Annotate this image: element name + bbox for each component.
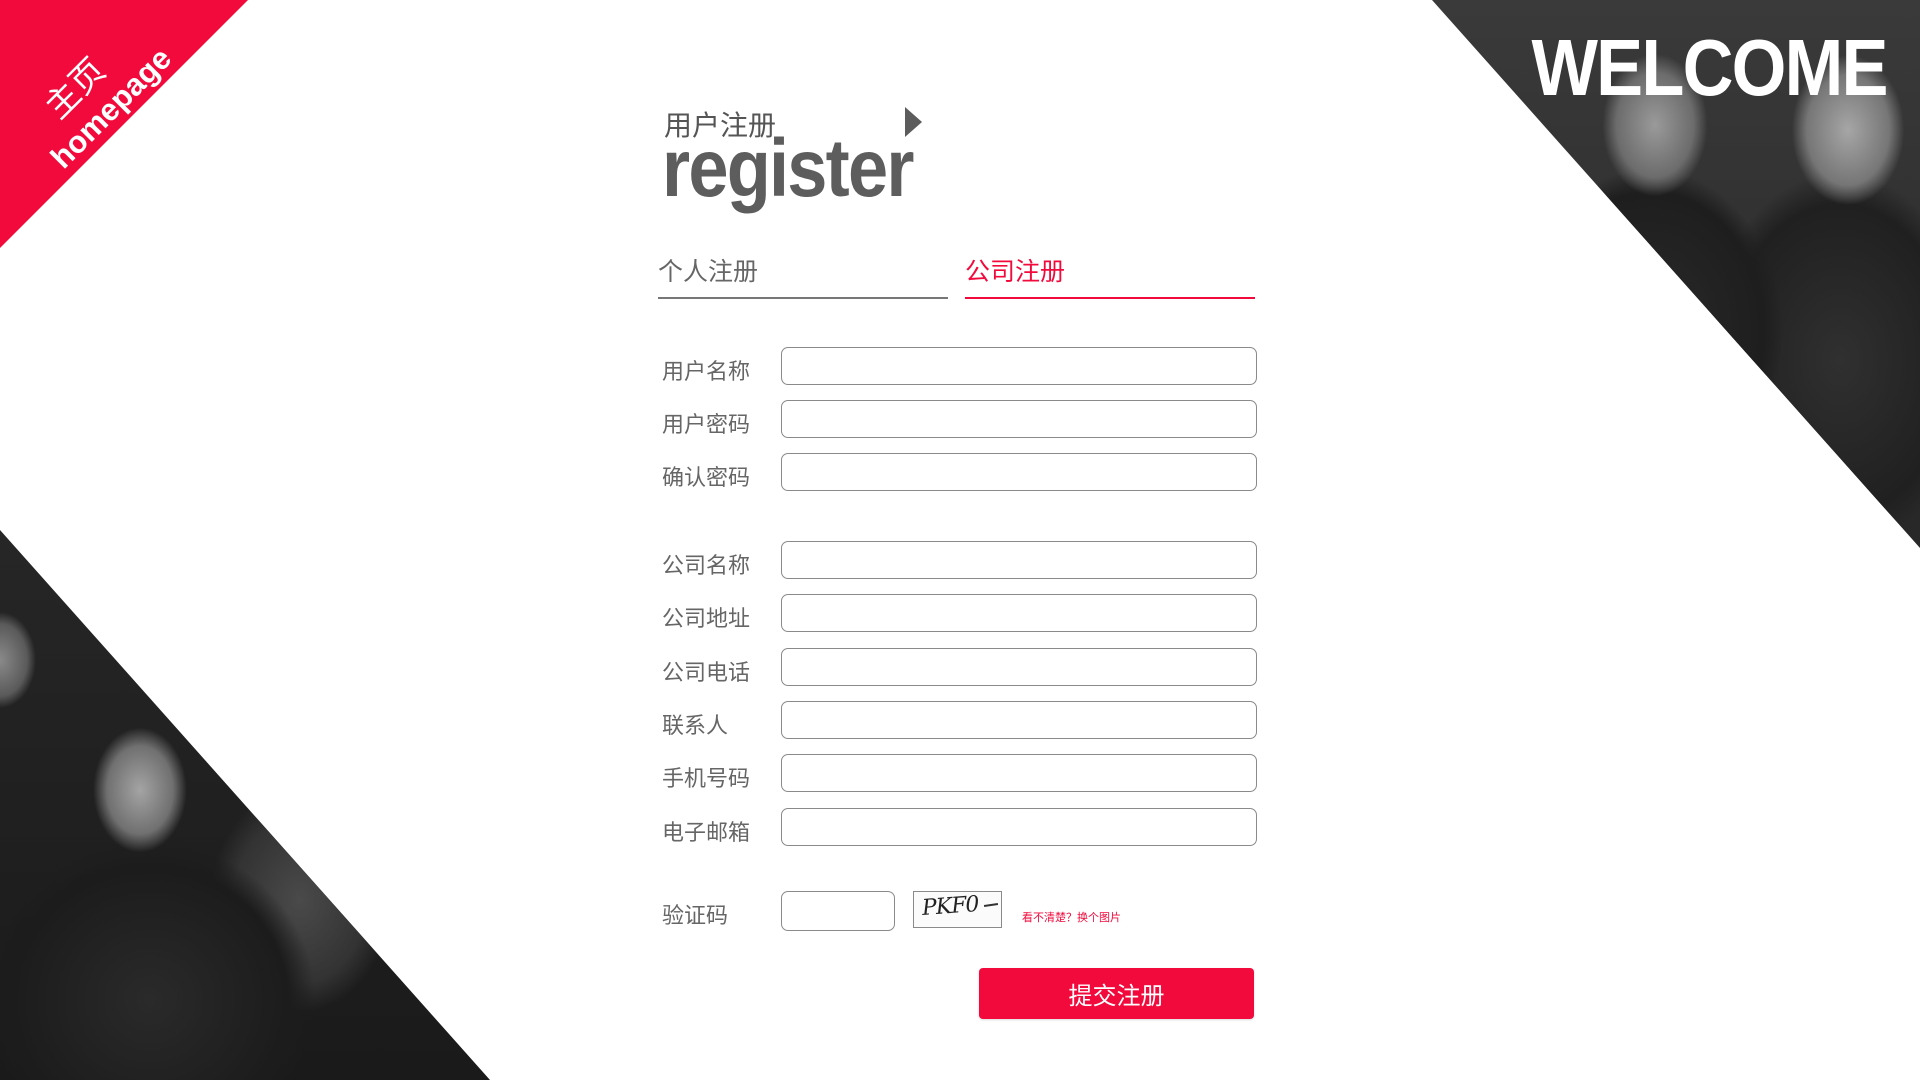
tab-personal-register[interactable]: 个人注册 — [658, 255, 948, 299]
mobile-input[interactable] — [781, 754, 1257, 792]
registration-tabs: 个人注册 公司注册 — [658, 255, 1258, 300]
form-row-email: 电子邮箱 — [662, 808, 1262, 850]
heading-title-en: register — [662, 123, 914, 214]
confirm-password-label: 确认密码 — [662, 466, 751, 491]
form-row-company-phone: 公司电话 — [662, 648, 1262, 690]
company-address-input[interactable] — [781, 594, 1257, 632]
company-phone-label: 公司电话 — [662, 661, 751, 686]
password-label: 用户密码 — [662, 413, 751, 438]
page-heading: 用户注册 register — [662, 100, 932, 210]
company-name-label: 公司名称 — [662, 554, 751, 579]
company-address-label: 公司地址 — [662, 607, 751, 632]
form-row-company-address: 公司地址 — [662, 594, 1262, 636]
email-input[interactable] — [781, 808, 1257, 846]
captcha-image[interactable]: PKF0 — [913, 891, 1002, 928]
confirm-password-input[interactable] — [781, 453, 1257, 491]
tab-company-register[interactable]: 公司注册 — [965, 255, 1255, 299]
captcha-input[interactable] — [781, 891, 895, 931]
captcha-refresh-link[interactable]: 看不清楚？换个图片 — [1022, 909, 1121, 925]
form-row-mobile: 手机号码 — [662, 754, 1262, 796]
contact-person-input[interactable] — [781, 701, 1257, 739]
form-row-company-name: 公司名称 — [662, 541, 1262, 583]
mobile-label: 手机号码 — [662, 767, 751, 792]
form-row-confirm-password: 确认密码 — [662, 453, 1262, 495]
email-label: 电子邮箱 — [662, 821, 751, 846]
captcha-noise-line — [983, 903, 999, 907]
homepage-corner-text: 主页 homepage — [17, 17, 178, 175]
captcha-label: 验证码 — [662, 904, 729, 929]
form-row-captcha: 验证码 PKF0 看不清楚？换个图片 — [662, 891, 1262, 933]
contact-person-label: 联系人 — [662, 714, 729, 739]
company-phone-input[interactable] — [781, 648, 1257, 686]
captcha-image-text: PKF0 — [921, 892, 980, 921]
company-name-input[interactable] — [781, 541, 1257, 579]
submit-register-button[interactable]: 提交注册 — [979, 968, 1254, 1019]
form-row-contact-person: 联系人 — [662, 701, 1262, 743]
form-row-username: 用户名称 — [662, 347, 1262, 389]
welcome-title: WELCOME — [1531, 23, 1889, 112]
register-page: 主页 homepage WELCOME 用户注册 register 个人注册 公… — [0, 0, 1920, 1080]
username-input[interactable] — [781, 347, 1257, 385]
homepage-corner-link[interactable]: 主页 homepage — [0, 0, 248, 248]
username-label: 用户名称 — [662, 360, 751, 385]
password-input[interactable] — [781, 400, 1257, 438]
form-row-password: 用户密码 — [662, 400, 1262, 442]
